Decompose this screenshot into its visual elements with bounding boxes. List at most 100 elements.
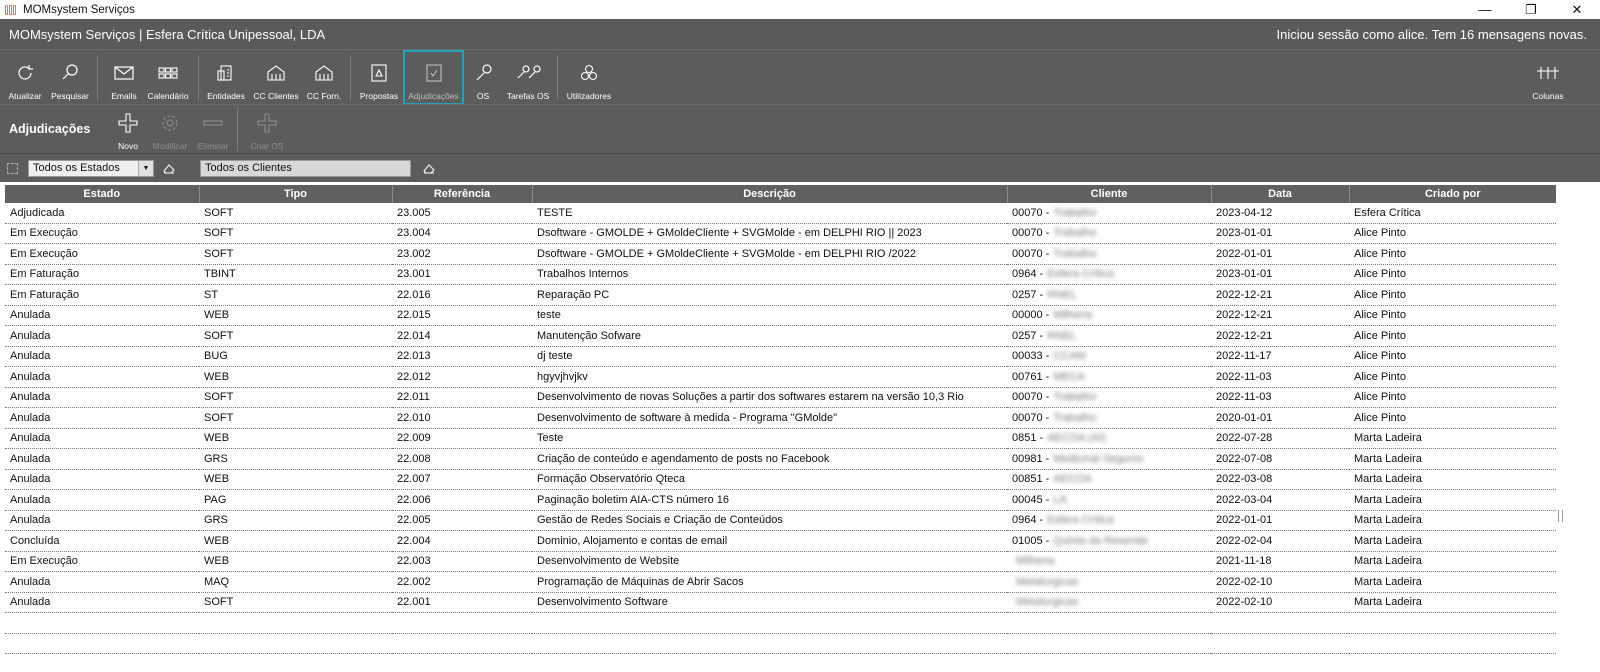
minus-icon xyxy=(202,111,224,135)
cell-desc: Trabalhos Internos xyxy=(532,264,1007,285)
cell-criado: Alice Pinto xyxy=(1349,264,1556,285)
cell-desc: Desenvolvimento de novas Soluções a part… xyxy=(532,387,1007,408)
modificar-button[interactable]: Modificar xyxy=(150,105,190,153)
column-header-data[interactable]: Data xyxy=(1211,185,1350,203)
os-button[interactable]: OS xyxy=(470,50,496,105)
table-row[interactable]: Anulada BUG 22.013 dj teste 00033 - CCAM 2022-… xyxy=(5,346,1556,367)
cell-desc: Criação de conteúdo e agendamento de pos… xyxy=(532,448,1007,470)
empty-cell xyxy=(199,633,392,654)
cell-cliente: 00761 - MECA xyxy=(1007,366,1211,388)
cell-cliente: 0964 - Esfera Crítica xyxy=(1007,510,1211,531)
cell-data: 2022-11-17 xyxy=(1211,346,1349,367)
table-row[interactable]: Anulada GRS 22.008 Criação de conteúdo e ag… xyxy=(5,448,1556,470)
wrench-icon xyxy=(472,61,494,85)
empty-cell xyxy=(1007,612,1211,634)
cliente-name: Metalurgicas xyxy=(1016,596,1079,609)
adjudicacoes-button[interactable]: Adjudicações xyxy=(403,50,464,105)
cell-desc: Manutenção Sofware xyxy=(532,325,1007,347)
table-row[interactable]: Anulada SOFT 22.001 Desenvolvimento Softwar… xyxy=(5,592,1556,613)
cliente-code: 0964 - xyxy=(1012,514,1044,527)
window-title: MOMsystem Serviços xyxy=(23,3,135,16)
app-logo-icon xyxy=(5,4,17,15)
tarefas-os-button[interactable]: Tarefas OS xyxy=(505,50,551,105)
column-header-tipo[interactable]: Tipo xyxy=(199,185,393,203)
table-row[interactable]: Anulada WEB 22.009 Teste 0851 - AECOA (AI) 202… xyxy=(5,428,1556,449)
empty-cell xyxy=(392,612,532,634)
cell-tipo: SOFT xyxy=(199,203,392,224)
cell-desc: Paginação boletim AIA-CTS número 16 xyxy=(532,489,1007,511)
table-row[interactable]: Anulada WEB 22.007 Formação Observatório Qt… xyxy=(5,469,1556,490)
eliminar-button[interactable]: Eliminar xyxy=(196,105,230,153)
column-header-cliente[interactable]: Cliente xyxy=(1007,185,1212,203)
table-row[interactable]: Em Faturação TBINT 23.001 Trabalhos Interno… xyxy=(5,264,1556,285)
select-all-checkbox[interactable] xyxy=(7,163,18,174)
utilizadores-button[interactable]: Utilizadores xyxy=(566,50,612,105)
table-row[interactable]: Concluída WEB 22.004 Dominio, Alojamento e … xyxy=(5,530,1556,552)
novo-button[interactable]: Novo xyxy=(113,105,143,153)
cliente-code: 00000 - xyxy=(1012,309,1050,322)
cliente-filter-input[interactable]: Todos os Clientes xyxy=(200,160,411,177)
table-row[interactable]: Em Execução SOFT 23.004 Dsoftware - GMOLDE … xyxy=(5,223,1556,244)
table-row[interactable]: Anulada GRS 22.005 Gestão de Redes Sociais … xyxy=(5,510,1556,531)
column-header-referencia[interactable]: Referência xyxy=(392,185,533,203)
cell-data: 2023-01-01 xyxy=(1211,264,1349,285)
cc-clientes-button[interactable]: CC Clientes xyxy=(252,50,300,105)
table-row[interactable]: Anulada SOFT 22.011 Desenvolvimento de nova… xyxy=(5,387,1556,408)
cell-ref: 22.007 xyxy=(392,469,532,490)
table-row[interactable]: Anulada SOFT 22.010 Desenvolvimento de soft… xyxy=(5,407,1556,429)
cell-criado: Alice Pinto xyxy=(1349,346,1556,367)
clear-cliente-filter-icon[interactable] xyxy=(422,162,436,174)
table-row[interactable]: Anulada MAQ 22.002 Programação de Máquinas … xyxy=(5,571,1556,593)
pesquisar-button[interactable]: Pesquisar xyxy=(48,50,92,105)
cell-data: 2022-11-03 xyxy=(1211,366,1349,388)
table-row[interactable]: Anulada WEB 22.012 hgyvjhvjkv 00761 - MECA 202… xyxy=(5,366,1556,388)
maximize-button[interactable]: ❐ xyxy=(1508,0,1554,19)
table-scroll-area xyxy=(1556,185,1600,655)
cliente-code: 00045 - xyxy=(1012,493,1050,506)
session-info[interactable]: Iniciou sessão como alice. Tem 16 mensag… xyxy=(1277,27,1600,42)
emails-button[interactable]: Emails xyxy=(106,50,142,105)
cc-forn-button[interactable]: CC Forn. xyxy=(305,50,343,105)
criar-os-button[interactable]: Criar OS xyxy=(250,105,284,153)
table-row[interactable]: Em Execução SOFT 23.002 Dsoftware - GMOLDE … xyxy=(5,243,1556,265)
close-button[interactable]: ✕ xyxy=(1554,0,1600,19)
cliente-code: 00070 - xyxy=(1012,411,1050,424)
empty-cell xyxy=(1007,633,1211,654)
column-header-estado[interactable]: Estado xyxy=(5,185,200,203)
cliente-name: AECOA (AI) xyxy=(1047,432,1106,445)
propostas-button[interactable]: Propostas xyxy=(358,50,400,105)
clear-estado-filter-icon[interactable] xyxy=(162,162,176,174)
cliente-name: Trabalho xyxy=(1053,206,1097,219)
table-row[interactable]: Anulada WEB 22.015 teste 00000 - Milhena 2022-… xyxy=(5,305,1556,326)
dropdown-arrow-icon[interactable]: ▼ xyxy=(138,161,153,176)
scrollbar-grip[interactable] xyxy=(1558,510,1563,522)
cliente-code: 0257 - xyxy=(1012,329,1044,342)
cell-data: 2021-11-18 xyxy=(1211,551,1349,572)
cell-ref: 23.001 xyxy=(392,264,532,285)
cell-data: 2022-01-01 xyxy=(1211,510,1349,531)
table-row[interactable]: Adjudicada SOFT 23.005 TESTE 00070 - Trabalho… xyxy=(5,203,1556,224)
cell-estado: Anulada xyxy=(5,387,199,408)
cliente-name: Trabalho xyxy=(1053,247,1097,260)
calendario-button[interactable]: Calendário xyxy=(145,50,191,105)
column-header-descricao[interactable]: Descrição xyxy=(532,185,1008,203)
minimize-button[interactable]: — xyxy=(1462,0,1508,19)
empty-cell xyxy=(1211,633,1349,654)
cell-ref: 22.004 xyxy=(392,530,532,552)
cell-tipo: GRS xyxy=(199,510,392,531)
column-header-criado-por[interactable]: Criado por xyxy=(1349,185,1556,203)
table-row[interactable]: Anulada SOFT 22.014 Manutenção Sofware 0257 … xyxy=(5,325,1556,347)
cell-tipo: SOFT xyxy=(199,223,392,244)
cell-ref: 22.013 xyxy=(392,346,532,367)
app-header: MOMsystem Serviços | Esfera Crítica Unip… xyxy=(0,19,1600,49)
empty-cell xyxy=(392,633,532,654)
table-row[interactable]: Em Execução WEB 22.003 Desenvolvimento de W… xyxy=(5,551,1556,572)
entidades-button[interactable]: Entidades xyxy=(205,50,247,105)
table-row[interactable]: Anulada PAG 22.006 Paginação boletim AIA-CT… xyxy=(5,489,1556,511)
atualizar-button[interactable]: Atualizar xyxy=(6,50,44,105)
cliente-name: MECA xyxy=(1053,370,1086,383)
table-row[interactable]: Em Faturação ST 22.016 Reparação PC 0257 - RN… xyxy=(5,284,1556,306)
cell-ref: 23.004 xyxy=(392,223,532,244)
colunas-button[interactable]: Colunas xyxy=(1528,50,1568,105)
estado-filter-select[interactable]: Todos os Estados ▼ xyxy=(28,160,154,177)
